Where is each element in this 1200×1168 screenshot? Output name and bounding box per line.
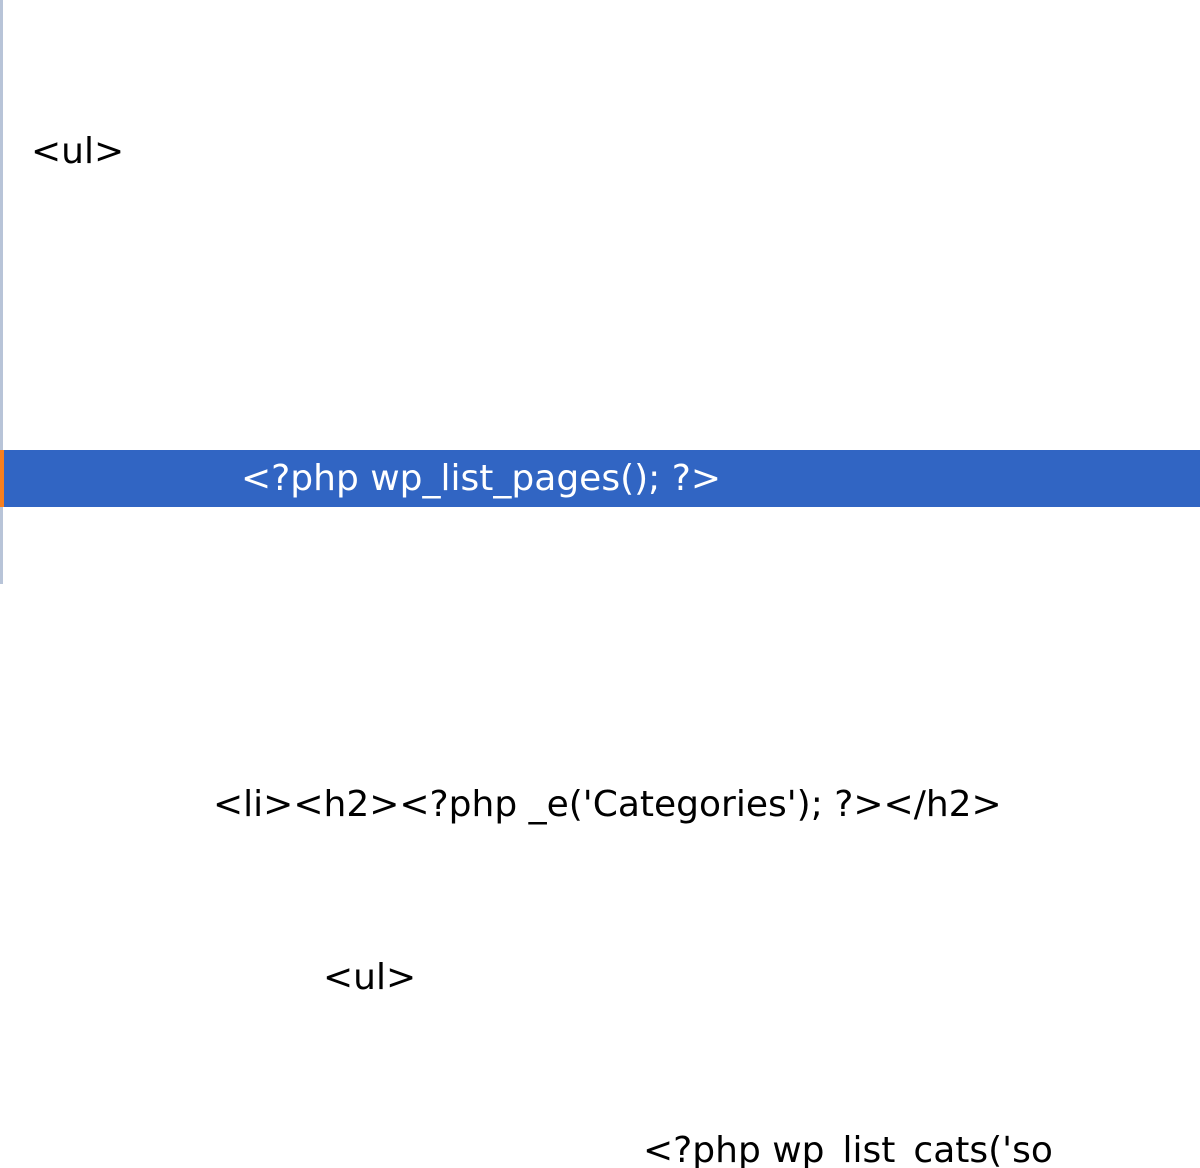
code-line-blank	[3, 622, 1200, 660]
code-editor[interactable]: <ul> <?php wp_list_pages(); ?> <li><h2><…	[0, 0, 1200, 584]
code-text: <?php wp_list_pages(); ?>	[31, 450, 721, 508]
code-line: <ul>	[3, 123, 1200, 181]
code-line: <li><h2><?php _e('Categories'); ?></h2>	[3, 776, 1200, 834]
code-line-highlighted[interactable]: <?php wp_list_pages(); ?>	[0, 450, 1200, 508]
code-line: <ul>	[3, 949, 1200, 1007]
code-line: <?php wp_list_cats('so	[3, 1122, 1200, 1168]
code-line-blank	[3, 296, 1200, 334]
